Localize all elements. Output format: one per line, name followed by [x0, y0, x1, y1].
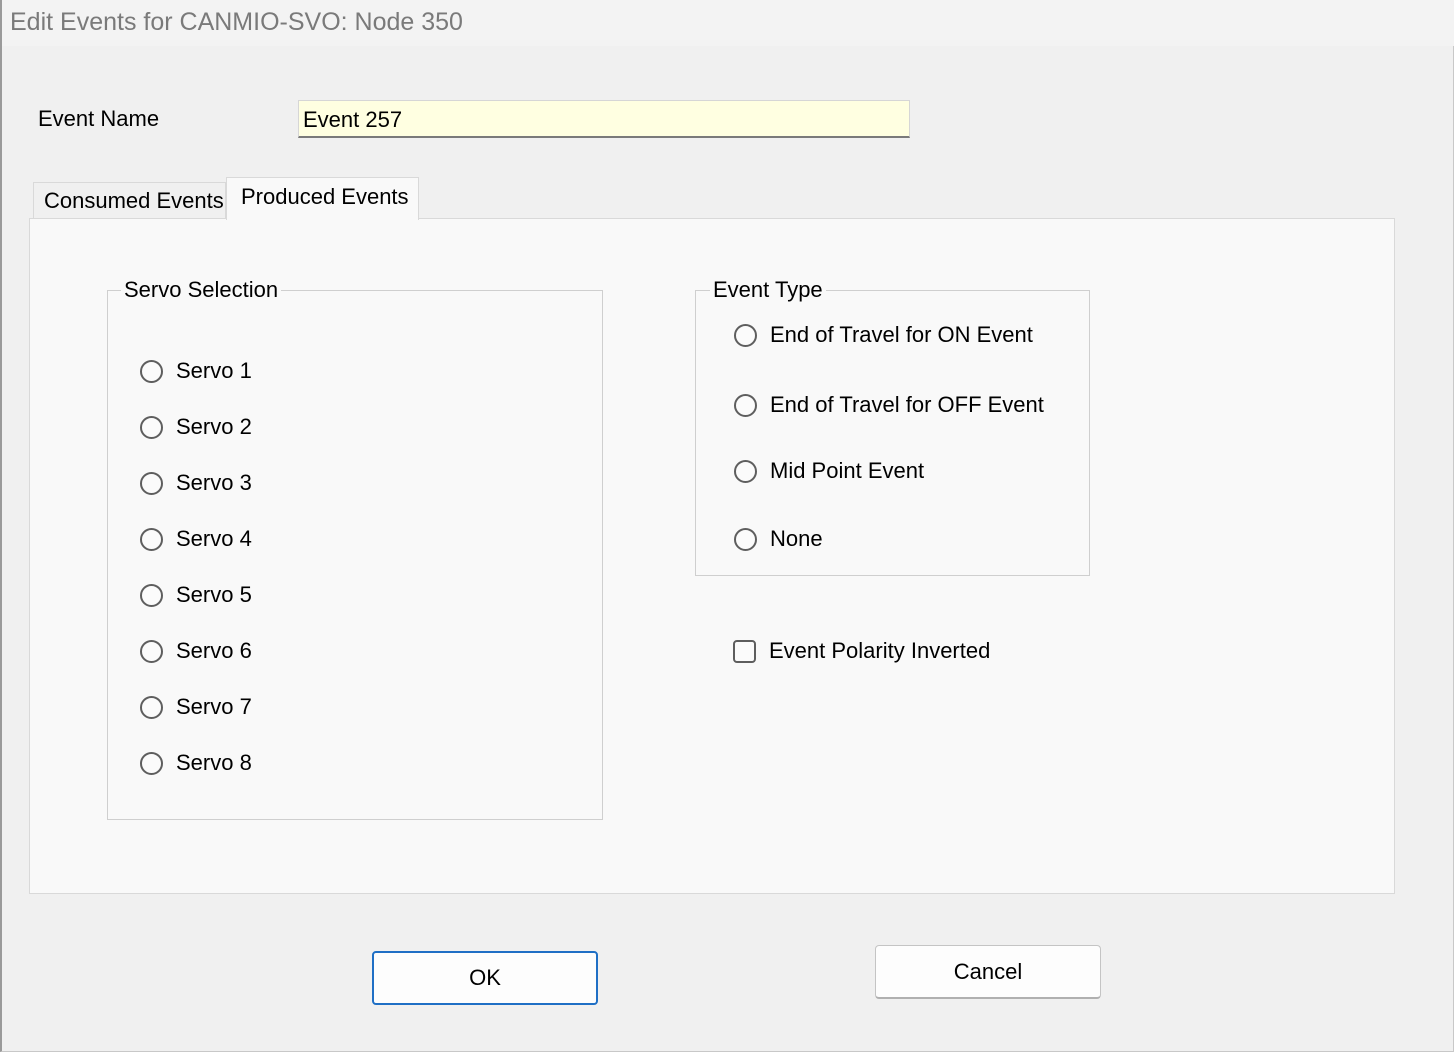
radio-button-icon[interactable]	[140, 359, 163, 383]
radio-servo-2[interactable]: Servo 2	[140, 412, 252, 442]
servo-selection-group: Servo Selection Servo 1 Servo 2 Servo 3 …	[107, 277, 603, 820]
radio-label: Servo 2	[176, 414, 252, 439]
radio-none[interactable]: None	[734, 524, 823, 554]
radio-button-icon[interactable]	[140, 527, 163, 551]
radio-button-icon[interactable]	[140, 751, 163, 775]
radio-label: Servo 5	[176, 582, 252, 607]
radio-button-icon[interactable]	[140, 695, 163, 719]
radio-mid-point-event[interactable]: Mid Point Event	[734, 456, 924, 486]
radio-label: Servo 3	[176, 470, 252, 495]
radio-button-icon[interactable]	[734, 527, 757, 551]
radio-label: Servo 7	[176, 694, 252, 719]
radio-button-icon[interactable]	[734, 393, 757, 417]
radio-end-of-travel-off[interactable]: End of Travel for OFF Event	[734, 390, 1044, 420]
checkbox-icon[interactable]	[733, 639, 756, 663]
radio-label: Servo 8	[176, 750, 252, 775]
event-type-title: Event Type	[710, 277, 826, 303]
radio-button-icon[interactable]	[734, 459, 757, 483]
radio-button-icon[interactable]	[140, 415, 163, 439]
radio-button-icon[interactable]	[734, 323, 757, 347]
checkbox-label: Event Polarity Inverted	[769, 638, 991, 663]
radio-button-icon[interactable]	[140, 471, 163, 495]
radio-label: End of Travel for ON Event	[770, 322, 1033, 347]
radio-label: None	[770, 526, 823, 551]
event-type-group: Event Type End of Travel for ON Event En…	[695, 277, 1090, 576]
radio-label: End of Travel for OFF Event	[770, 392, 1044, 417]
radio-servo-1[interactable]: Servo 1	[140, 356, 252, 386]
radio-label: Servo 4	[176, 526, 252, 551]
radio-end-of-travel-on[interactable]: End of Travel for ON Event	[734, 320, 1033, 350]
radio-label: Servo 6	[176, 638, 252, 663]
event-name-label: Event Name	[38, 106, 160, 131]
tab-consumed-events[interactable]: Consumed Events	[33, 182, 226, 218]
radio-button-icon[interactable]	[140, 583, 163, 607]
radio-label: Mid Point Event	[770, 458, 925, 483]
window-title: Edit Events for CANMIO-SVO: Node 350	[10, 8, 463, 36]
radio-servo-7[interactable]: Servo 7	[140, 692, 252, 722]
ok-button[interactable]: OK	[372, 951, 598, 1005]
produced-events-panel: Servo Selection Servo 1 Servo 2 Servo 3 …	[29, 218, 1395, 894]
title-bar[interactable]: Edit Events for CANMIO-SVO: Node 350	[2, 0, 1454, 46]
radio-button-icon[interactable]	[140, 639, 163, 663]
event-polarity-inverted-checkbox[interactable]: Event Polarity Inverted	[733, 636, 990, 666]
radio-servo-6[interactable]: Servo 6	[140, 636, 252, 666]
edit-events-dialog: Edit Events for CANMIO-SVO: Node 350 Eve…	[0, 0, 1454, 1052]
radio-servo-8[interactable]: Servo 8	[140, 748, 252, 778]
radio-servo-3[interactable]: Servo 3	[140, 468, 252, 498]
radio-servo-4[interactable]: Servo 4	[140, 524, 252, 554]
tab-produced-events[interactable]: Produced Events	[226, 177, 419, 220]
servo-selection-title: Servo Selection	[121, 277, 282, 303]
radio-label: Servo 1	[176, 358, 252, 383]
radio-servo-5[interactable]: Servo 5	[140, 580, 252, 610]
cancel-button[interactable]: Cancel	[875, 945, 1101, 999]
event-name-input[interactable]	[298, 100, 910, 138]
